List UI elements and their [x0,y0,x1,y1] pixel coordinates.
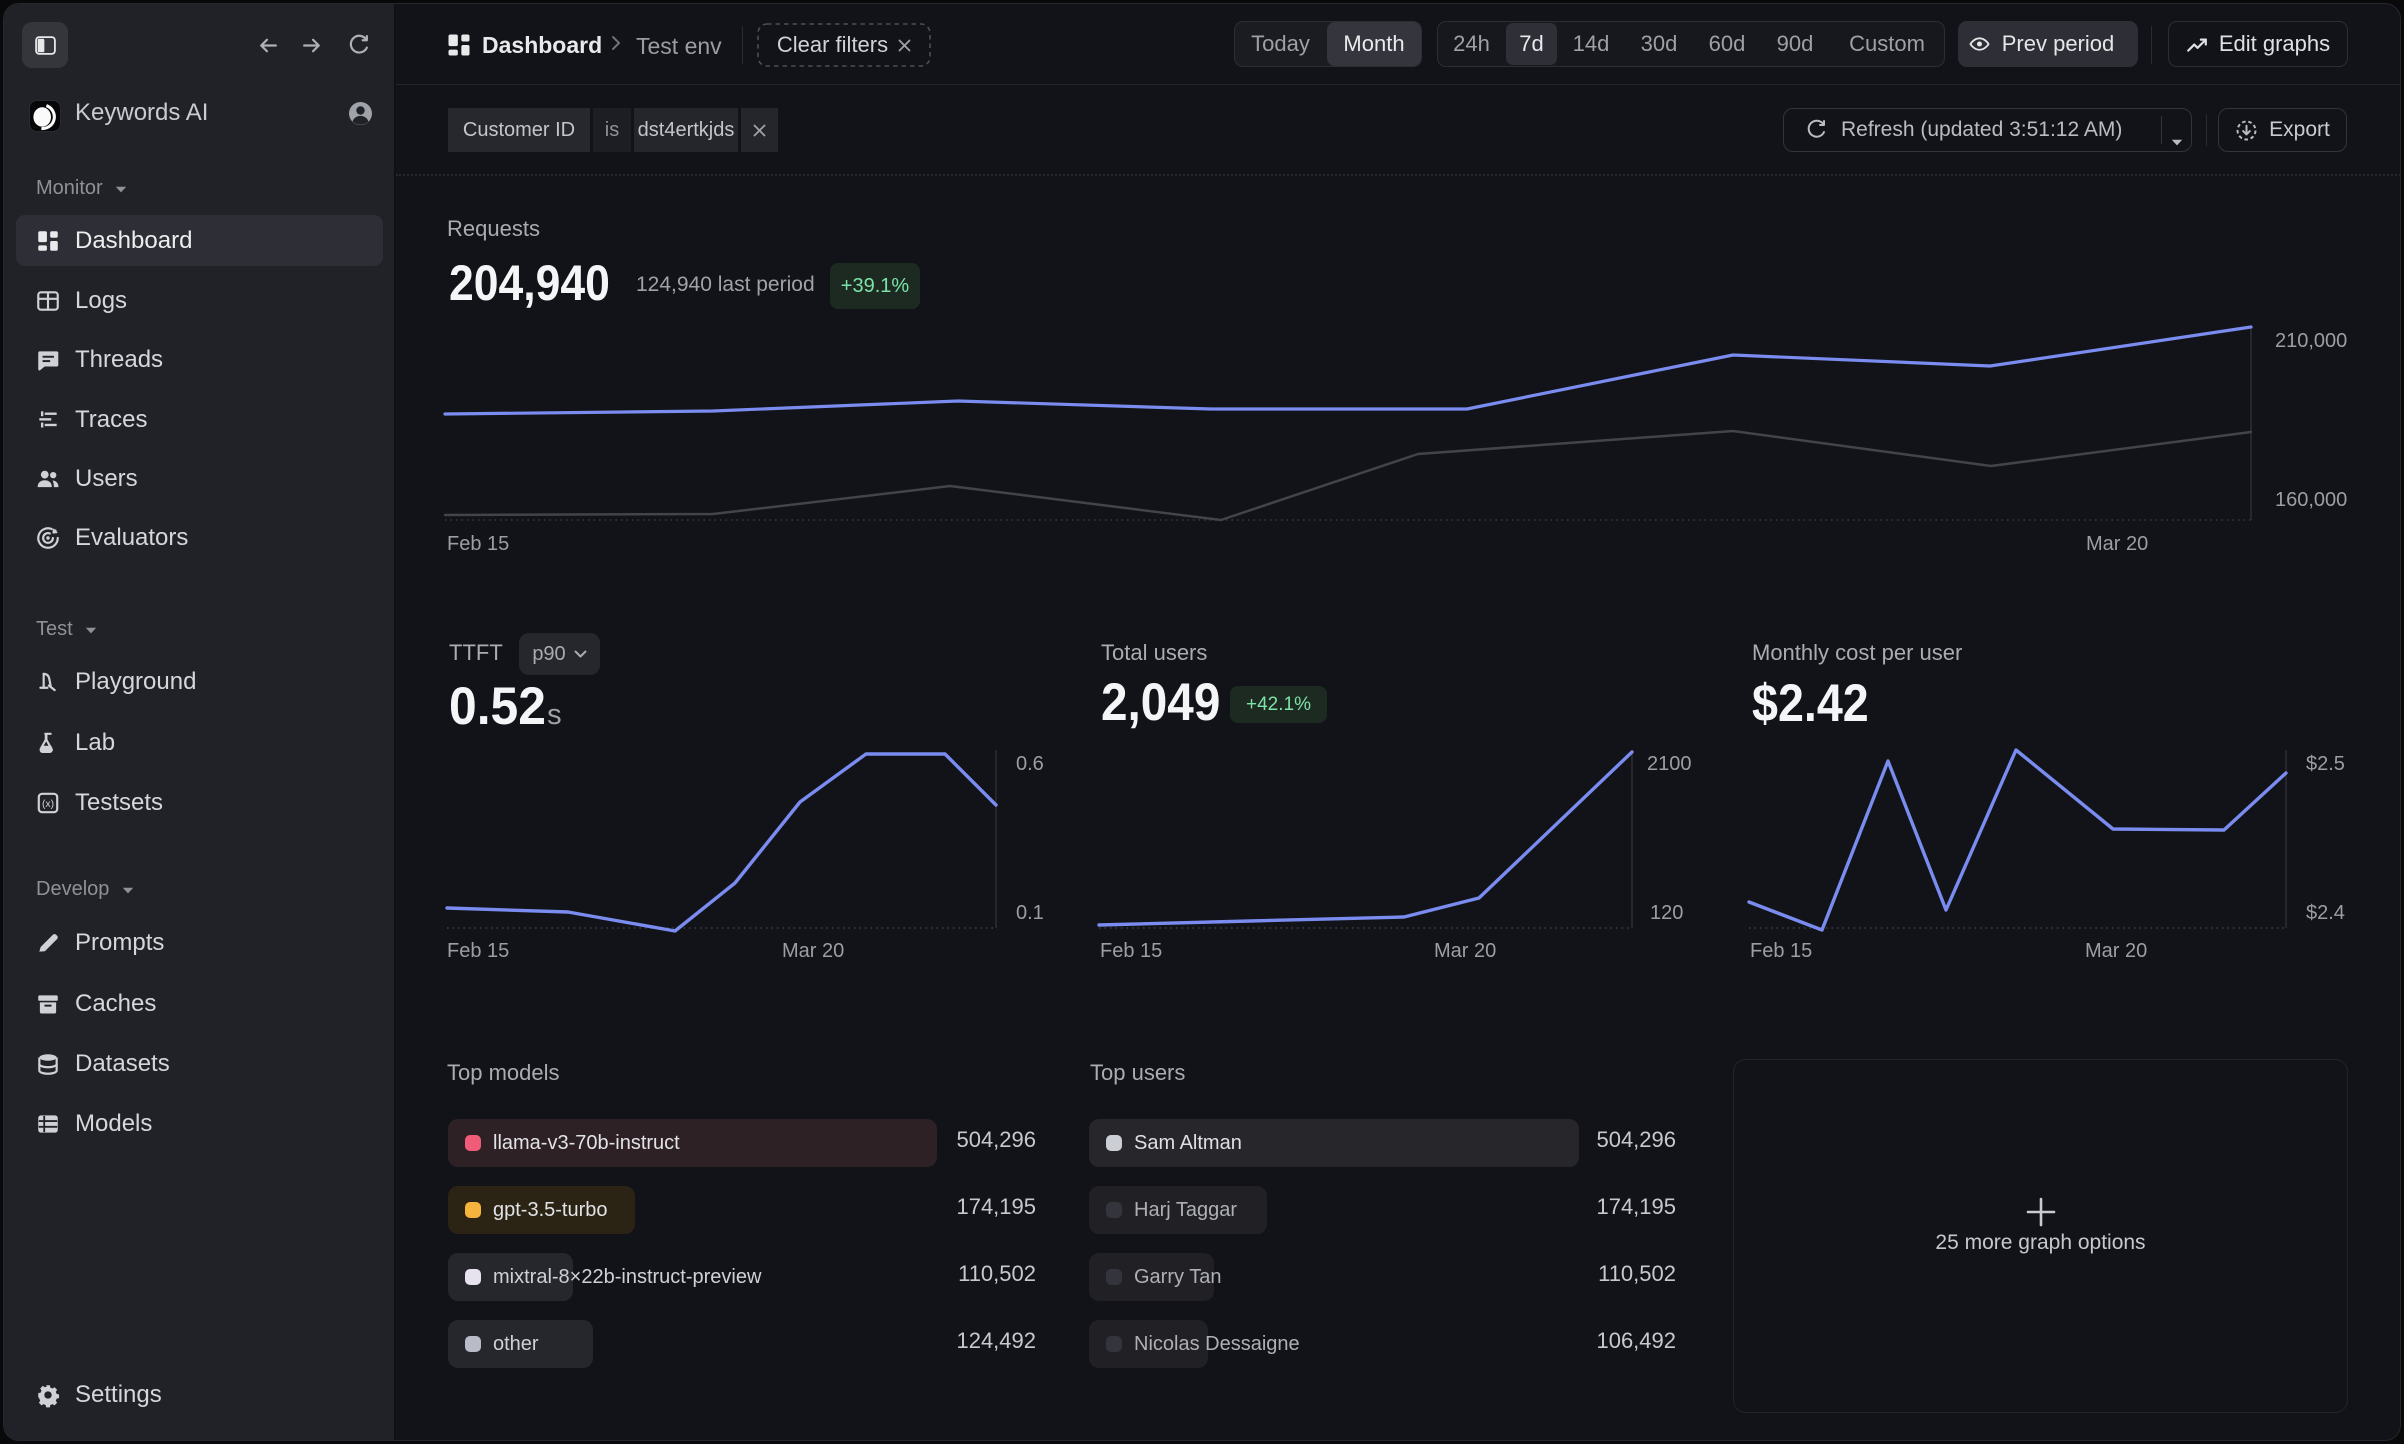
svg-text:(x): (x) [42,798,54,809]
